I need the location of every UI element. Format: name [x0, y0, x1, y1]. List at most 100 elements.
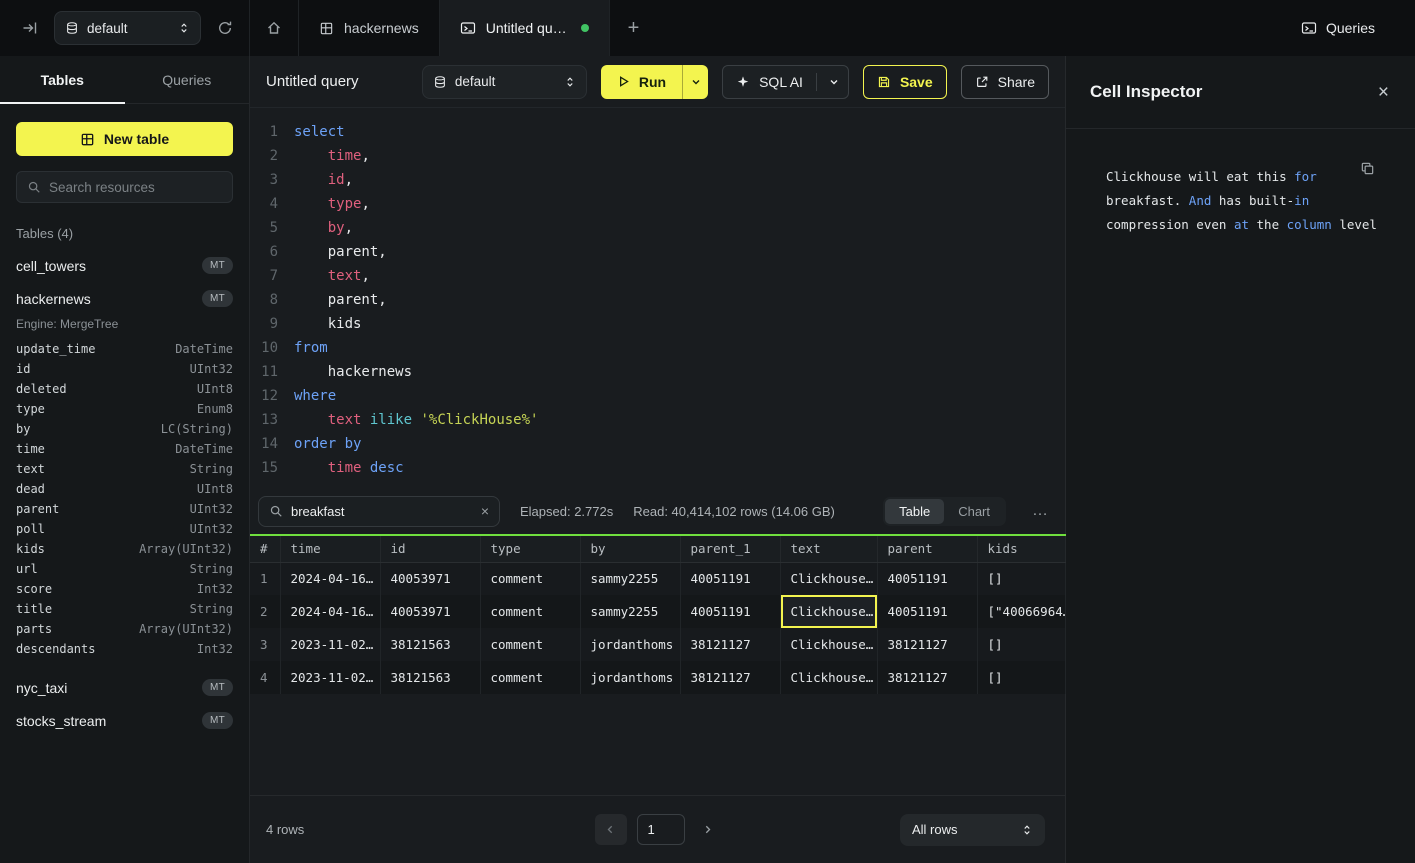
column-row[interactable]: scoreInt32: [16, 579, 233, 599]
table-cell[interactable]: 2023-11-02…: [280, 628, 380, 661]
table-cell[interactable]: 40051191: [877, 595, 977, 628]
table-cell[interactable]: sammy2255: [580, 595, 680, 628]
table-cell[interactable]: Clickhouse…: [780, 595, 877, 628]
sql-ai-button[interactable]: SQL AI: [722, 65, 849, 99]
column-row[interactable]: textString: [16, 459, 233, 479]
column-header[interactable]: parent_1: [680, 535, 780, 562]
column-row[interactable]: typeEnum8: [16, 399, 233, 419]
column-row[interactable]: pollUInt32: [16, 519, 233, 539]
table-cell[interactable]: comment: [480, 595, 580, 628]
code-line[interactable]: 7 text,: [250, 264, 1065, 288]
header-database-selector[interactable]: default: [422, 65, 587, 99]
run-options-caret[interactable]: [682, 65, 708, 99]
column-row[interactable]: deletedUInt8: [16, 379, 233, 399]
code-line[interactable]: 1select: [250, 120, 1065, 144]
table-cell[interactable]: sammy2255: [580, 562, 680, 595]
refresh-icon[interactable]: [213, 16, 237, 40]
sql-editor[interactable]: 1select2 time,3 id,4 type,5 by,6 parent,…: [250, 108, 1065, 488]
table-cell[interactable]: jordanthoms: [580, 628, 680, 661]
tab-untitled-query[interactable]: Untitled qu…: [440, 0, 610, 56]
column-row[interactable]: kidsArray(UInt32): [16, 539, 233, 559]
page-number-input[interactable]: [637, 814, 685, 845]
table-cell[interactable]: 40053971: [380, 595, 480, 628]
resource-search-input[interactable]: [49, 180, 226, 195]
sidebar-collapse-icon[interactable]: [18, 16, 42, 40]
code-line[interactable]: 15 time desc: [250, 456, 1065, 480]
sidebar-table-hackernews[interactable]: hackernewsMT: [16, 282, 233, 315]
sidebar-tab-tables[interactable]: Tables: [0, 56, 125, 103]
column-header[interactable]: text: [780, 535, 877, 562]
column-row[interactable]: update_timeDateTime: [16, 339, 233, 359]
code-line[interactable]: 4 type,: [250, 192, 1065, 216]
close-icon[interactable]: ×: [1378, 83, 1389, 102]
column-row[interactable]: partsArray(UInt32): [16, 619, 233, 639]
table-cell[interactable]: Clickhouse…: [780, 562, 877, 595]
table-cell[interactable]: 40051191: [680, 562, 780, 595]
column-row[interactable]: descendantsInt32: [16, 639, 233, 659]
share-button[interactable]: Share: [961, 65, 1049, 99]
column-row[interactable]: byLC(String): [16, 419, 233, 439]
column-header[interactable]: type: [480, 535, 580, 562]
save-button[interactable]: Save: [863, 65, 947, 99]
column-header[interactable]: #: [250, 535, 280, 562]
column-row[interactable]: idUInt32: [16, 359, 233, 379]
column-row[interactable]: titleString: [16, 599, 233, 619]
table-cell[interactable]: ["40066964…: [977, 595, 1065, 628]
table-cell[interactable]: []: [977, 628, 1065, 661]
next-page-button[interactable]: [695, 814, 721, 845]
sidebar-table-nyc_taxi[interactable]: nyc_taxiMT: [16, 671, 233, 704]
code-line[interactable]: 12where: [250, 384, 1065, 408]
table-cell[interactable]: comment: [480, 562, 580, 595]
new-table-button[interactable]: New table: [16, 122, 233, 156]
table-cell[interactable]: Clickhouse…: [780, 628, 877, 661]
table-cell[interactable]: 2024-04-16…: [280, 562, 380, 595]
column-header[interactable]: by: [580, 535, 680, 562]
more-options-icon[interactable]: …: [1026, 502, 1055, 520]
previous-page-button[interactable]: [595, 814, 627, 845]
code-line[interactable]: 10from: [250, 336, 1065, 360]
sidebar-table-stocks_stream[interactable]: stocks_streamMT: [16, 704, 233, 737]
column-row[interactable]: parentUInt32: [16, 499, 233, 519]
table-cell[interactable]: 38121127: [680, 661, 780, 694]
table-cell[interactable]: 40053971: [380, 562, 480, 595]
queries-button[interactable]: Queries: [1301, 20, 1375, 36]
database-selector[interactable]: default: [54, 11, 201, 45]
table-cell[interactable]: 38121563: [380, 628, 480, 661]
table-cell[interactable]: []: [977, 661, 1065, 694]
table-cell[interactable]: 2023-11-02…: [280, 661, 380, 694]
table-cell[interactable]: 38121127: [680, 628, 780, 661]
table-cell[interactable]: jordanthoms: [580, 661, 680, 694]
new-tab-button[interactable]: +: [610, 0, 658, 56]
column-header[interactable]: id: [380, 535, 480, 562]
column-header[interactable]: parent: [877, 535, 977, 562]
code-line[interactable]: 3 id,: [250, 168, 1065, 192]
table-cell[interactable]: 2024-04-16…: [280, 595, 380, 628]
code-line[interactable]: 9 kids: [250, 312, 1065, 336]
run-button[interactable]: Run: [601, 65, 708, 99]
column-row[interactable]: urlString: [16, 559, 233, 579]
table-cell[interactable]: comment: [480, 628, 580, 661]
results-search-input[interactable]: [291, 504, 473, 519]
sidebar-tab-queries[interactable]: Queries: [125, 56, 250, 103]
view-toggle-chart[interactable]: Chart: [944, 499, 1004, 524]
tab-hackernews[interactable]: hackernews: [299, 0, 440, 56]
code-line[interactable]: 13 text ilike '%ClickHouse%': [250, 408, 1065, 432]
column-row[interactable]: timeDateTime: [16, 439, 233, 459]
view-toggle-table[interactable]: Table: [885, 499, 944, 524]
run-button-main[interactable]: Run: [601, 65, 682, 99]
table-cell[interactable]: comment: [480, 661, 580, 694]
table-cell[interactable]: 38121127: [877, 661, 977, 694]
table-cell[interactable]: 38121563: [380, 661, 480, 694]
page-size-selector[interactable]: All rows: [900, 814, 1045, 846]
code-line[interactable]: 8 parent,: [250, 288, 1065, 312]
column-header[interactable]: kids: [977, 535, 1065, 562]
table-cell[interactable]: 40051191: [680, 595, 780, 628]
code-line[interactable]: 6 parent,: [250, 240, 1065, 264]
code-line[interactable]: 5 by,: [250, 216, 1065, 240]
column-header[interactable]: time: [280, 535, 380, 562]
tab-home[interactable]: [250, 0, 299, 56]
table-cell[interactable]: 38121127: [877, 628, 977, 661]
table-cell[interactable]: []: [977, 562, 1065, 595]
sidebar-table-cell_towers[interactable]: cell_towersMT: [16, 249, 233, 282]
code-line[interactable]: 2 time,: [250, 144, 1065, 168]
